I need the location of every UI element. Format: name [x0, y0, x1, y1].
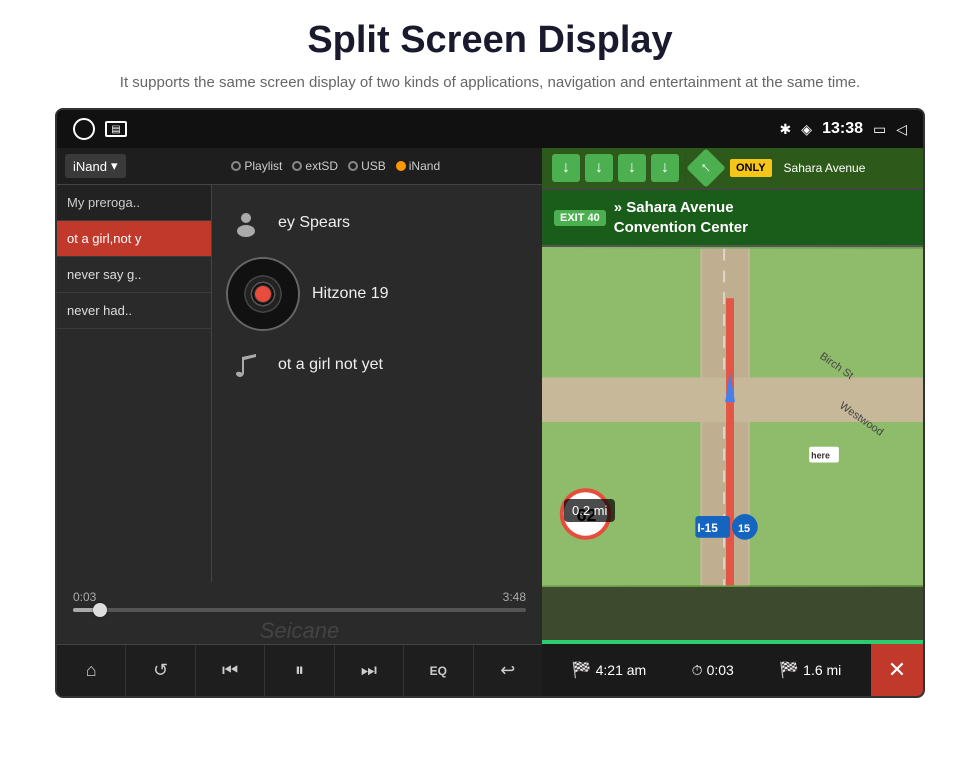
eta-remaining: 🏁 1.6 mi	[779, 660, 841, 680]
radio-usb	[348, 161, 358, 171]
track-info: ey Spears Hitzone 19	[228, 205, 526, 383]
close-button[interactable]: ✕	[871, 644, 923, 696]
distance-value: 0.2 mi	[572, 503, 607, 518]
person-icon	[228, 205, 264, 241]
source-usb[interactable]: USB	[348, 159, 386, 173]
vinyl-center	[255, 286, 271, 302]
right-arrow-group: ↑	[692, 154, 720, 182]
watermark: Seicane	[57, 616, 542, 644]
list-item[interactable]: My preroga..	[57, 185, 211, 221]
only-badge: ONLY	[730, 159, 772, 177]
song-list: My preroga.. ot a girl,not y never say g…	[57, 185, 212, 582]
home-button[interactable]: ⌂	[57, 645, 126, 696]
progress-bar[interactable]	[73, 608, 526, 612]
map-svg: Birch St Westwood here I-15 15 62	[542, 247, 923, 587]
song-row: ot a girl not yet	[228, 347, 526, 383]
arrow-down-3: ↓	[618, 154, 646, 182]
clock-icon: ⏱	[692, 662, 703, 679]
divider	[685, 154, 686, 182]
exit-text: » Sahara AvenueConvention Center	[614, 198, 748, 237]
source-extsd[interactable]: extSD	[292, 159, 338, 173]
sahara-label: Sahara Avenue	[784, 161, 866, 175]
device-frame: ▤ ✱ ◈ 13:38 ▭ ◁ iNand ▾	[55, 108, 925, 698]
exit-badge: EXIT 40	[554, 210, 606, 226]
eta-remaining-dist: 1.6 mi	[803, 662, 841, 678]
source-label: iNand	[73, 159, 107, 174]
time-current: 0:03	[73, 590, 96, 604]
arrow-down-2: ↓	[585, 154, 613, 182]
time-total: 3:48	[503, 590, 526, 604]
eta-elapsed-time: 0:03	[707, 662, 734, 678]
image-icon: ▤	[105, 121, 127, 137]
source-options: Playlist extSD USB iNand	[138, 159, 535, 173]
progress-times: 0:03 3:48	[73, 590, 526, 604]
circle-icon	[73, 118, 95, 140]
eta-arrival: 🏁 4:21 am	[572, 660, 647, 680]
eq-button[interactable]: EQ	[404, 645, 473, 696]
song-name: ot a girl not yet	[278, 356, 383, 374]
source-bar: iNand ▾ Playlist extSD	[57, 148, 542, 185]
controls-bar: ⌂ ↺ ⏮ ⏸ ⏭ EQ ↩	[57, 644, 542, 696]
arrow-down-4: ↓	[651, 154, 679, 182]
arrow-down-1: ↓	[552, 154, 580, 182]
eta-section: 🏁 4:21 am ⏱ 0:03 🏁 1.6 mi	[542, 660, 871, 680]
window-icon: ▭	[873, 121, 886, 138]
list-item[interactable]: never had..	[57, 293, 211, 329]
eta-elapsed: ⏱ 0:03	[692, 662, 734, 679]
list-item[interactable]: ot a girl,not y	[57, 221, 211, 257]
source-inand[interactable]: iNand	[396, 159, 440, 173]
vinyl-record	[228, 259, 298, 329]
next-button[interactable]: ⏭	[335, 645, 404, 696]
page-wrapper: Split Screen Display It supports the sam…	[0, 0, 980, 698]
status-bar: ▤ ✱ ◈ 13:38 ▭ ◁	[57, 110, 923, 148]
radio-extsd	[292, 161, 302, 171]
arrow-diagonal: ↑	[686, 148, 726, 188]
now-playing-area: ey Spears Hitzone 19	[212, 185, 542, 582]
progress-section: 0:03 3:48	[57, 582, 542, 616]
page-subtitle: It supports the same screen display of t…	[60, 72, 920, 95]
exit-banner: EXIT 40 » Sahara AvenueConvention Center	[542, 190, 923, 247]
back-icon: ◁	[896, 121, 907, 138]
source-selector[interactable]: iNand ▾	[65, 154, 126, 178]
source-playlist[interactable]: Playlist	[231, 159, 282, 173]
artist-row: ey Spears	[228, 205, 526, 241]
music-note-icon	[228, 347, 264, 383]
music-panel: iNand ▾ Playlist extSD	[57, 148, 542, 696]
flag-end-icon: 🏁	[779, 660, 799, 680]
svg-text:here: here	[811, 451, 830, 461]
eta-arrival-time: 4:21 am	[596, 662, 647, 678]
artist-name: ey Spears	[278, 214, 350, 232]
playlist-area: My preroga.. ot a girl,not y never say g…	[57, 185, 542, 582]
location-icon: ◈	[801, 121, 812, 138]
svg-text:I-15: I-15	[697, 521, 718, 535]
progress-thumb[interactable]	[93, 603, 107, 617]
header-section: Split Screen Display It supports the sam…	[0, 0, 980, 108]
distance-display: 0.2 mi	[564, 499, 615, 522]
album-name: Hitzone 19	[312, 285, 389, 303]
bluetooth-icon: ✱	[780, 121, 792, 138]
dropdown-icon: ▾	[111, 158, 118, 174]
map-area: Birch St Westwood here I-15 15 62	[542, 247, 923, 587]
prev-button[interactable]: ⏮	[196, 645, 265, 696]
flag-start-icon: 🏁	[572, 660, 592, 680]
nav-top-sign: ↓ ↓ ↓ ↓ ↑ ONLY Sahara Avenue	[542, 148, 923, 190]
pause-button[interactable]: ⏸	[265, 645, 334, 696]
svg-text:15: 15	[738, 523, 750, 535]
nav-panel: ↓ ↓ ↓ ↓ ↑ ONLY Sahara Avenue EXIT 40 » S	[542, 148, 923, 696]
status-right: ✱ ◈ 13:38 ▭ ◁	[780, 120, 907, 138]
back-button[interactable]: ↩	[474, 645, 542, 696]
status-left: ▤	[73, 118, 127, 140]
list-item[interactable]: never say g..	[57, 257, 211, 293]
album-row: Hitzone 19	[228, 259, 526, 329]
radio-inand	[396, 161, 406, 171]
nav-bottom-bar: 🏁 4:21 am ⏱ 0:03 🏁 1.6 mi ✕	[542, 644, 923, 696]
radio-playlist	[231, 161, 241, 171]
status-time: 13:38	[822, 120, 863, 138]
page-title: Split Screen Display	[60, 18, 920, 64]
arrow-group: ↓ ↓ ↓ ↓	[552, 154, 679, 182]
repeat-button[interactable]: ↺	[126, 645, 195, 696]
main-content: iNand ▾ Playlist extSD	[57, 148, 923, 696]
